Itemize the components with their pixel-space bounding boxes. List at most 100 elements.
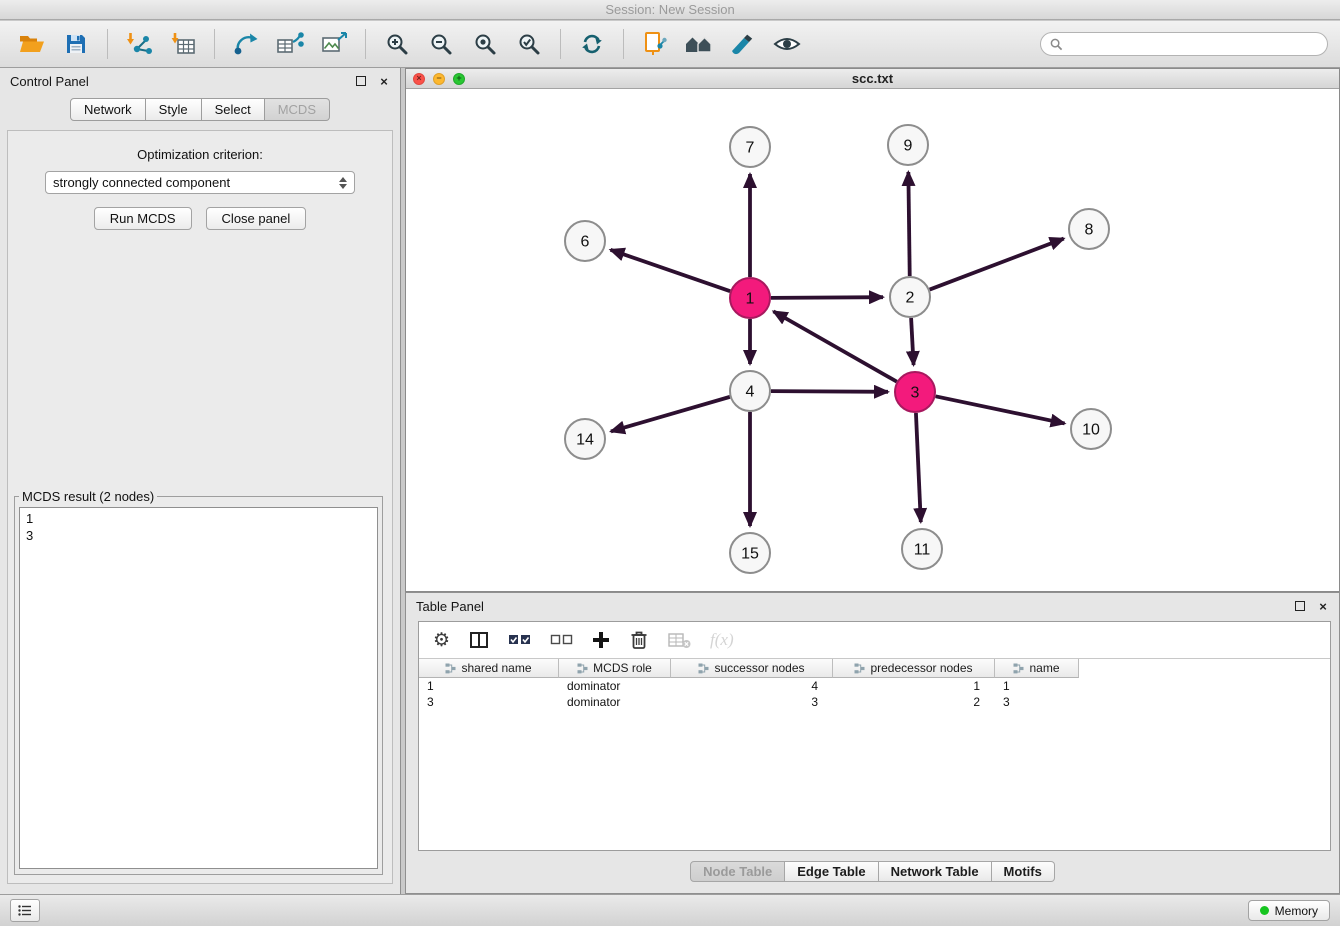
close-window-button[interactable]: ×: [413, 73, 425, 85]
network-window-titlebar[interactable]: scc.txt × − +: [406, 69, 1339, 89]
dropdown-selected-value: strongly connected component: [53, 175, 230, 190]
minimize-window-button[interactable]: −: [433, 73, 445, 85]
graph-node-10[interactable]: 10: [1071, 409, 1111, 449]
graph-node-8[interactable]: 8: [1069, 209, 1109, 249]
graph-edge-4-3[interactable]: [771, 391, 888, 392]
clone-network-button[interactable]: [635, 26, 675, 62]
graph-node-3[interactable]: 3: [895, 372, 935, 412]
apply-style-button[interactable]: [723, 26, 763, 62]
network-view-window: scc.txt × − + 7 9 6 8 1 2 4 3 14 10 15 11: [405, 68, 1340, 592]
network-canvas[interactable]: 7 9 6 8 1 2 4 3 14 10 15 11: [406, 89, 1339, 591]
plus-icon: [592, 631, 610, 649]
table-cell: 1: [419, 679, 559, 693]
network-table-button[interactable]: [270, 26, 310, 62]
show-columns-button[interactable]: [469, 630, 489, 650]
attribute-type-icon: [445, 663, 456, 674]
zoom-fit-button[interactable]: [465, 26, 505, 62]
graph-edge-2-3[interactable]: [911, 318, 913, 365]
select-all-button[interactable]: [508, 632, 531, 648]
float-panel-button[interactable]: [355, 75, 367, 87]
tab-network-table[interactable]: Network Table: [879, 861, 992, 882]
maximize-window-button[interactable]: +: [453, 73, 465, 85]
run-mcds-button[interactable]: Run MCDS: [94, 207, 192, 230]
column-header-name[interactable]: name: [995, 659, 1079, 678]
graph-edge-2-8[interactable]: [930, 239, 1064, 290]
tab-edge-table[interactable]: Edge Table: [785, 861, 878, 882]
graph-node-11[interactable]: 11: [902, 529, 942, 569]
delete-table-button[interactable]: [668, 631, 691, 649]
save-session-button[interactable]: [56, 26, 96, 62]
table-header-row: shared name MCDS rolesuccessor nodesprede…: [419, 658, 1330, 678]
graph-edge-3-10[interactable]: [936, 396, 1065, 423]
tab-mcds[interactable]: MCDS: [265, 98, 330, 121]
dropdown-stepper-icon: [339, 177, 347, 189]
search-field[interactable]: [1040, 32, 1328, 56]
close-table-panel-button[interactable]: ×: [1317, 600, 1329, 612]
column-header-successor-nodes[interactable]: successor nodes: [671, 659, 833, 678]
show-hide-button[interactable]: [767, 26, 807, 62]
attribute-type-icon: [854, 663, 865, 674]
result-line: 1: [26, 510, 371, 527]
column-label: shared name: [461, 661, 531, 675]
table-settings-button[interactable]: ⚙: [433, 631, 450, 650]
graph-node-6[interactable]: 6: [565, 221, 605, 261]
toolbar-separator: [107, 29, 108, 59]
optimization-criterion-dropdown[interactable]: strongly connected component: [45, 171, 355, 194]
table-cell: 1: [995, 679, 1079, 693]
table-row[interactable]: 1dominator411: [419, 678, 1330, 694]
tab-network[interactable]: Network: [70, 98, 146, 121]
graph-edge-1-2[interactable]: [771, 297, 883, 298]
home-button[interactable]: [679, 26, 719, 62]
graph-node-9[interactable]: 9: [888, 125, 928, 165]
list-icon: [18, 905, 32, 916]
float-table-panel-button[interactable]: [1294, 600, 1306, 612]
task-history-button[interactable]: [10, 899, 40, 922]
tab-motifs[interactable]: Motifs: [992, 861, 1055, 882]
close-control-panel-button[interactable]: ×: [378, 75, 390, 87]
mcds-result-area[interactable]: 13: [19, 507, 378, 869]
refresh-button[interactable]: [572, 26, 612, 62]
graph-edge-1-6[interactable]: [611, 250, 731, 291]
export-image-button[interactable]: [314, 26, 354, 62]
table-row[interactable]: 3dominator323: [419, 694, 1330, 710]
import-table-button[interactable]: [163, 26, 203, 62]
zoom-selected-button[interactable]: [509, 26, 549, 62]
graph-node-14[interactable]: 14: [565, 419, 605, 459]
import-network-button[interactable]: [119, 26, 159, 62]
new-network-button[interactable]: [226, 26, 266, 62]
zoom-out-button[interactable]: [421, 26, 461, 62]
graph-edge-2-9[interactable]: [908, 172, 909, 276]
memory-button[interactable]: Memory: [1248, 900, 1330, 921]
svg-text:9: 9: [904, 138, 913, 155]
close-panel-button[interactable]: Close panel: [206, 207, 307, 230]
graph-node-4[interactable]: 4: [730, 371, 770, 411]
deselect-all-button[interactable]: [550, 632, 573, 648]
graph-node-7[interactable]: 7: [730, 127, 770, 167]
search-input[interactable]: [1069, 36, 1318, 53]
table-toolbar: ⚙: [419, 622, 1330, 658]
add-column-button[interactable]: [592, 631, 610, 649]
graph-edge-4-14[interactable]: [611, 397, 730, 432]
network-table-icon: [276, 32, 304, 56]
table-cell: 2: [833, 695, 995, 709]
tab-style[interactable]: Style: [146, 98, 202, 121]
function-builder-button[interactable]: f(x): [710, 630, 734, 650]
graph-node-15[interactable]: 15: [730, 533, 770, 573]
tab-node-table[interactable]: Node Table: [690, 861, 785, 882]
save-icon: [65, 33, 87, 55]
zoom-in-button[interactable]: [377, 26, 417, 62]
delete-column-button[interactable]: [629, 629, 649, 651]
graph-node-1[interactable]: 1: [730, 278, 770, 318]
attribute-type-icon: [1013, 663, 1024, 674]
graph-edge-3-11[interactable]: [916, 413, 921, 522]
tab-select[interactable]: Select: [202, 98, 265, 121]
column-header-predecessor-nodes[interactable]: predecessor nodes: [833, 659, 995, 678]
column-header-shared-name[interactable]: shared name: [419, 659, 559, 678]
column-header-mcds-role[interactable]: MCDS role: [559, 659, 671, 678]
graph-node-2[interactable]: 2: [890, 277, 930, 317]
svg-text:2: 2: [906, 290, 915, 307]
window-titlebar[interactable]: Session: New Session: [0, 0, 1340, 20]
toolbar-separator: [214, 29, 215, 59]
open-session-button[interactable]: [12, 26, 52, 62]
graph-edge-3-1[interactable]: [773, 311, 896, 381]
